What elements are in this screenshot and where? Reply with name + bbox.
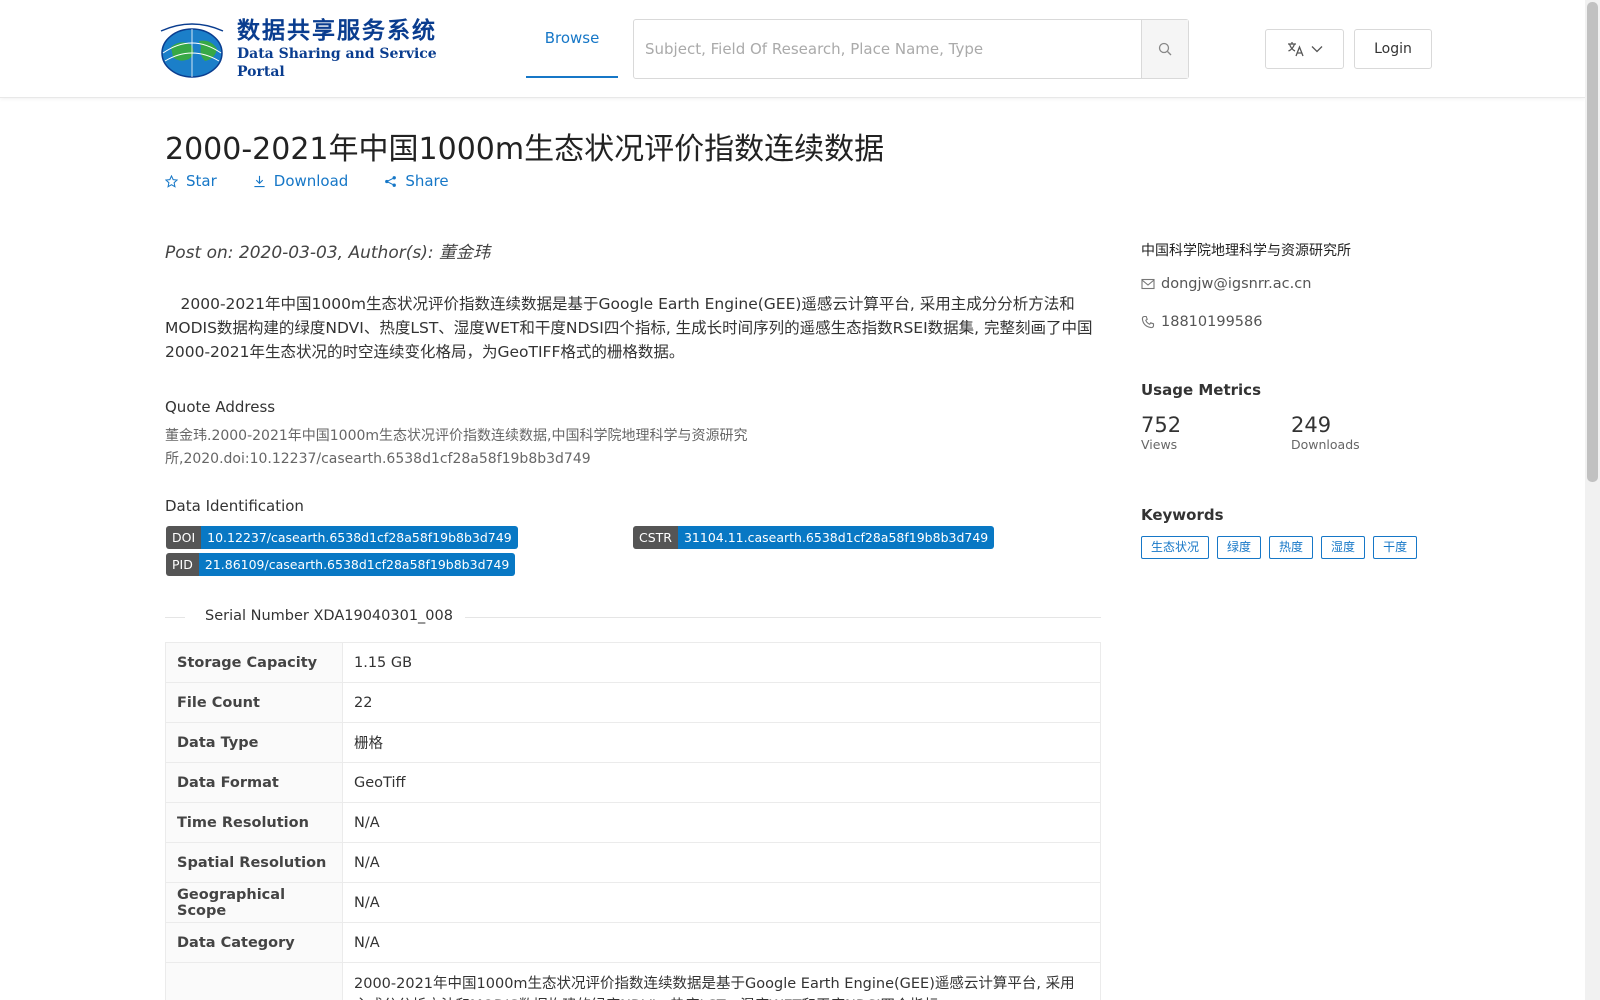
property-value: 栅格 (342, 722, 1101, 763)
pid-badge[interactable]: PID 21.86109/casearth.6538d1cf28a58f19b8… (166, 553, 516, 576)
download-label: Download (273, 172, 349, 190)
download-icon (254, 175, 265, 187)
property-key: Spatial Resolution (165, 842, 343, 883)
cstr-badge-value: 31104.11.casearth.6538d1cf28a58f19b8b3d7… (677, 526, 995, 549)
keyword-tag[interactable]: 生态状况 (1141, 536, 1210, 559)
page-title: 2000-2021年中国1000m生态状况评价指数连续数据 (165, 132, 885, 167)
star-button[interactable]: Star (165, 172, 217, 190)
property-key: Data Type (165, 722, 343, 763)
views-metric: 752 Views (1141, 413, 1181, 452)
search-button[interactable] (1141, 20, 1188, 78)
doi-badge-key: DOI (166, 526, 202, 549)
serial-number: Serial Number XDA19040301_008 (205, 608, 453, 624)
keyword-tag[interactable]: 绿度 (1217, 536, 1262, 559)
properties-table: Storage Capacity 1.15 GB File Count 22 D… (165, 642, 1101, 1000)
phone-text: 18810199586 (1161, 314, 1263, 330)
keyword-tag[interactable]: 湿度 (1321, 536, 1366, 559)
phone-icon (1141, 315, 1155, 329)
quote-address-text: 董金玮.2000-2021年中国1000m生态状况评价指数连续数据,中国科学院地… (165, 428, 748, 467)
translate-icon (1287, 42, 1304, 57)
property-key: Storage Capacity (165, 642, 343, 683)
table-row: Spatial Resolution N/A (165, 842, 1101, 883)
quote-address-label: Quote Address (165, 398, 276, 416)
property-value: GeoTiff (342, 762, 1101, 803)
star-label: Star (186, 172, 217, 190)
share-label: Share (405, 172, 449, 190)
divider-line-right (465, 617, 1101, 618)
property-key: File Count (165, 682, 343, 723)
search-icon (1158, 42, 1172, 56)
download-button[interactable]: Download (253, 172, 349, 190)
property-key: Geographical Scope (165, 882, 343, 923)
downloads-label: Downloads (1291, 437, 1360, 452)
table-row: File Count 22 (165, 682, 1101, 723)
table-row: Geographical Scope N/A (165, 882, 1101, 923)
contact-phone: 18810199586 (1141, 314, 1262, 330)
property-value: 2000-2021年中国1000m生态状况评价指数连续数据是基于Google E… (342, 962, 1101, 1000)
keywords-title: Keywords (1141, 506, 1224, 524)
property-value: N/A (342, 922, 1101, 963)
table-row: Data Format GeoTiff (165, 762, 1101, 803)
search-input[interactable] (634, 20, 1141, 78)
mail-icon (1141, 278, 1155, 290)
logo-title-en: Data Sharing and Service Portal (237, 46, 437, 80)
keyword-tag[interactable]: 热度 (1269, 536, 1314, 559)
nav-browse-tab[interactable]: Browse (526, 0, 618, 78)
institution-name: 中国科学院地理科学与资源研究所 (1141, 243, 1351, 259)
property-value: 1.15 GB (342, 642, 1101, 683)
globe-logo-icon (153, 19, 231, 79)
property-value: N/A (342, 882, 1101, 923)
portal-logo[interactable]: 数据共享服务系统 Data Sharing and Service Portal (153, 18, 443, 80)
action-bar: Star Download Share (165, 172, 449, 190)
table-row: Data Type 栅格 (165, 722, 1101, 763)
data-identification-label: Data Identification (165, 497, 304, 515)
chevron-down-icon (1311, 46, 1322, 53)
property-key: Time Resolution (165, 802, 343, 843)
doi-badge-value: 10.12237/casearth.6538d1cf28a58f19b8b3d7… (201, 526, 518, 549)
top-header: 数据共享服务系统 Data Sharing and Service Portal… (0, 0, 1585, 98)
star-icon (165, 174, 178, 188)
views-count: 752 (1141, 413, 1182, 437)
cstr-badge[interactable]: CSTR 31104.11.casearth.6538d1cf28a58f19b… (633, 526, 995, 549)
serial-number-divider: Serial Number XDA19040301_008 (165, 608, 1101, 628)
keyword-tag[interactable]: 干度 (1373, 536, 1418, 559)
email-text[interactable]: dongjw@igsnrr.ac.cn (1161, 276, 1311, 292)
views-label: Views (1141, 437, 1178, 452)
property-value: N/A (342, 802, 1101, 843)
contact-email: dongjw@igsnrr.ac.cn (1141, 276, 1311, 292)
cstr-badge-key: CSTR (633, 526, 678, 549)
downloads-metric: 249 Downloads (1291, 413, 1360, 452)
language-switcher[interactable] (1265, 29, 1344, 69)
login-button[interactable]: Login (1354, 29, 1432, 69)
doi-badge[interactable]: DOI 10.12237/casearth.6538d1cf28a58f19b8… (166, 526, 518, 549)
pid-badge-value: 21.86109/casearth.6538d1cf28a58f19b8b3d7… (198, 553, 516, 576)
share-button[interactable]: Share (384, 172, 449, 190)
property-key: Data Format (165, 762, 343, 803)
table-row: 2000-2021年中国1000m生态状况评价指数连续数据是基于Google E… (165, 962, 1101, 1000)
keyword-list: 生态状况 绿度 热度 湿度 干度 (1141, 536, 1418, 559)
table-row: Storage Capacity 1.15 GB (165, 642, 1101, 683)
property-key: Data Category (165, 922, 343, 963)
pid-badge-key: PID (166, 553, 199, 576)
post-info: Post on: 2020-03-03, Author(s): 董金玮 (165, 243, 490, 263)
dataset-description: 2000-2021年中国1000m生态状况评价指数连续数据是基于Google E… (165, 295, 1093, 361)
scrollbar-thumb[interactable] (1587, 2, 1598, 482)
usage-metrics-title: Usage Metrics (1141, 381, 1261, 399)
logo-title-cn: 数据共享服务系统 (237, 18, 437, 44)
share-icon (385, 175, 397, 187)
property-value: 22 (342, 682, 1101, 723)
property-key (165, 962, 343, 1000)
property-value: N/A (342, 842, 1101, 883)
page-scrollbar[interactable] (1585, 0, 1600, 1000)
table-row: Time Resolution N/A (165, 802, 1101, 843)
divider-line-left (165, 617, 185, 618)
downloads-count: 249 (1291, 413, 1332, 437)
search-bar (633, 19, 1189, 79)
table-row: Data Category N/A (165, 922, 1101, 963)
